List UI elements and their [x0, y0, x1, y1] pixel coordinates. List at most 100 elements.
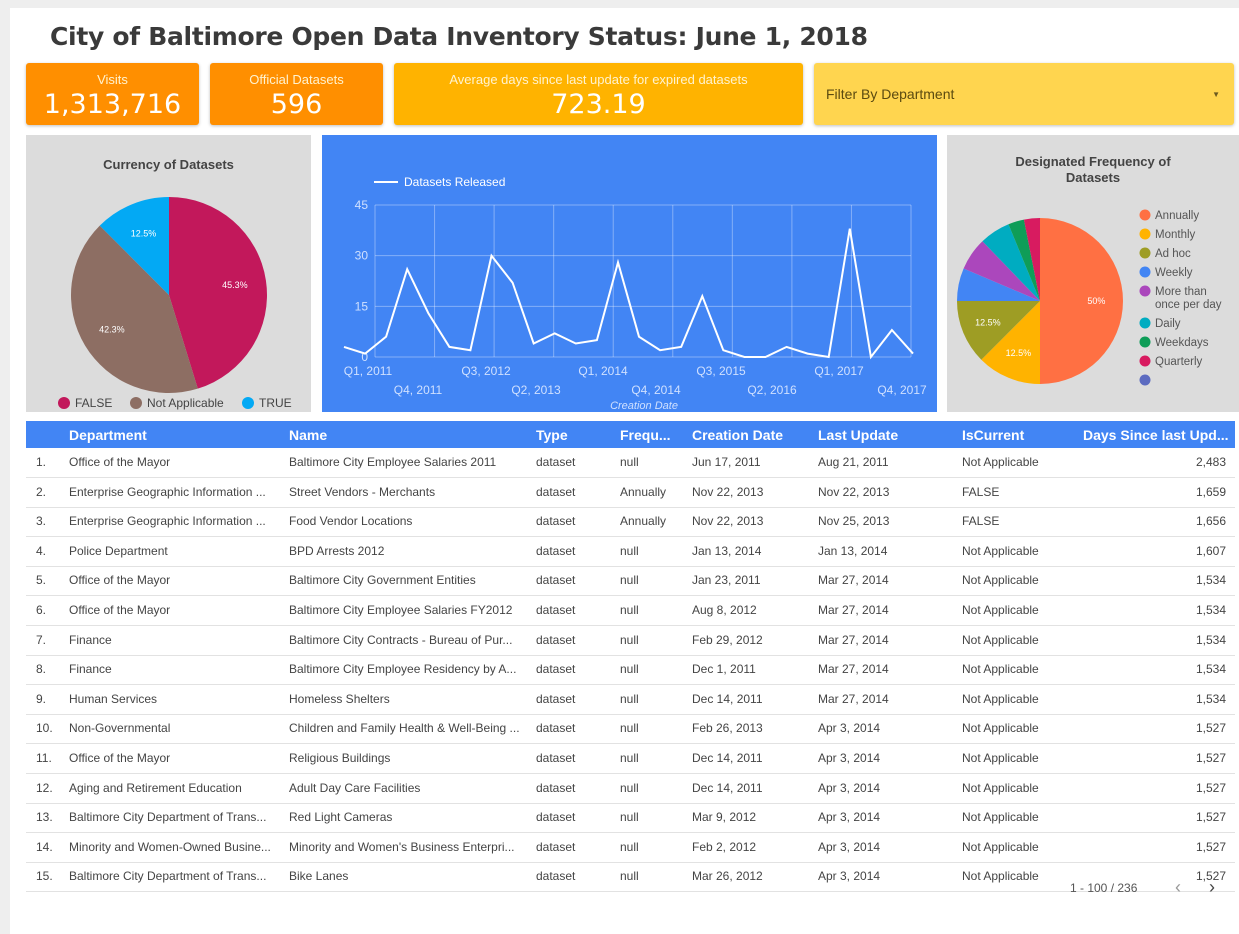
cell-creation-date: Aug 8, 2012: [692, 603, 757, 617]
cell-name: Homeless Shelters: [289, 691, 390, 706]
cell-type: dataset: [536, 573, 576, 588]
row-number: 11.: [36, 751, 52, 765]
legend-marker: [1139, 228, 1151, 240]
cell-iscurrent: Not Applicable: [962, 839, 1039, 854]
cell-creation-date: Jan 13, 2014: [692, 543, 762, 558]
cell-iscurrent: Not Applicable: [962, 662, 1039, 677]
table-row[interactable]: 4. Police Department BPD Arrests 2012 datas…: [26, 537, 1235, 567]
cell-name: Children and Family Health & Well-Being …: [289, 721, 520, 736]
chevron-down-icon: ▼: [1212, 90, 1220, 99]
cell-last-update: Mar 27, 2014: [818, 662, 889, 677]
cell-department: Baltimore City Department of Trans...: [69, 869, 267, 884]
legend-label: Weekly: [1155, 267, 1193, 279]
cell-creation-date: Dec 14, 2011: [692, 751, 763, 765]
cell-days-since-update: 1,534: [1195, 662, 1226, 677]
header-department[interactable]: Department: [69, 427, 269, 443]
cell-type: dataset: [536, 662, 576, 677]
cell-creation-date: Mar 9, 2012: [692, 810, 757, 825]
legend-label: Quarterly: [1155, 356, 1203, 368]
table-row[interactable]: 14. Minority and Women-Owned Busine... Min…: [26, 833, 1235, 863]
datasets-label: Official Datasets: [249, 72, 344, 87]
row-number: 9.: [36, 691, 47, 706]
cell-creation-date: Dec 1, 2011: [692, 662, 756, 677]
cell-days-since-update: 1,534: [1195, 632, 1226, 647]
row-number: 8.: [36, 662, 47, 677]
y-tick-label: 15: [355, 299, 369, 313]
table-row[interactable]: 9. Human Services Homeless Shelters dataset…: [26, 685, 1235, 715]
legend-marker: [130, 397, 142, 409]
row-number: 10.: [36, 721, 53, 736]
x-tick-label: Q2, 2013: [511, 383, 561, 397]
cell-type: dataset: [536, 869, 576, 884]
cell-last-update: Aug 21, 2011: [818, 455, 889, 469]
cell-department: Office of the Mayor: [69, 603, 171, 617]
table-row[interactable]: 15. Baltimore City Department of Trans...…: [26, 862, 1235, 893]
cell-department: Office of the Mayor: [69, 573, 171, 588]
cell-name: Baltimore City Employee Salaries FY2012: [289, 603, 513, 617]
row-number: 2.: [36, 484, 47, 499]
table-row[interactable]: 1. Office of the Mayor Baltimore City Empl…: [26, 448, 1235, 478]
cell-days-since-update: 1,534: [1195, 573, 1226, 588]
cell-department: Minority and Women-Owned Busine...: [69, 839, 271, 854]
table-row[interactable]: 10. Non-Governmental Children and Family H…: [26, 714, 1235, 745]
legend-marker: [1139, 285, 1151, 297]
table-row[interactable]: 2. Enterprise Geographic Information ... S…: [26, 478, 1235, 508]
avg-days-scorecard: Average days since last update for expir…: [394, 63, 803, 125]
table-row[interactable]: 6. Office of the Mayor Baltimore City Empl…: [26, 596, 1235, 626]
cell-iscurrent: Not Applicable: [962, 455, 1039, 469]
cell-department: Finance: [69, 632, 112, 647]
row-number: 12.: [36, 780, 53, 795]
cell-name: Bike Lanes: [289, 869, 349, 884]
cell-type: dataset: [536, 721, 576, 736]
cell-department: Aging and Retirement Education: [69, 780, 242, 795]
cell-name: Baltimore City Government Entities: [289, 573, 476, 588]
legend-marker: [1139, 374, 1151, 386]
x-tick-label: Q2, 2016: [747, 383, 797, 397]
table-row[interactable]: 7. Finance Baltimore City Contracts - Bure…: [26, 626, 1235, 656]
header-frequency[interactable]: Frequ...: [620, 427, 680, 443]
avg-days-value: 723.19: [551, 89, 646, 120]
cell-last-update: Nov 25, 2013: [818, 514, 890, 529]
cell-days-since-update: 1,527: [1195, 721, 1226, 736]
cell-days-since-update: 1,527: [1195, 751, 1226, 765]
table-row[interactable]: 8. Finance Baltimore City Employee Residen…: [26, 655, 1235, 686]
header-type[interactable]: Type: [536, 427, 596, 443]
table-row[interactable]: 13. Baltimore City Department of Trans...…: [26, 803, 1235, 834]
next-page-button[interactable]: ›: [1209, 877, 1215, 898]
table-row[interactable]: 12. Aging and Retirement Education Adult D…: [26, 774, 1235, 804]
cell-frequency: null: [620, 751, 639, 765]
previous-page-button[interactable]: ‹: [1175, 877, 1181, 898]
currency-slice-label: 42.3%: [99, 324, 125, 334]
cell-name: Street Vendors - Merchants: [289, 484, 436, 499]
header-iscurrent[interactable]: IsCurrent: [962, 427, 1072, 443]
header-last-update[interactable]: Last Update: [818, 427, 928, 443]
frequency-slice-annually[interactable]: [1040, 218, 1123, 384]
table-row[interactable]: 11. Office of the Mayor Religious Building…: [26, 744, 1235, 774]
department-filter-dropdown[interactable]: Filter By Department ▼: [814, 63, 1234, 125]
cell-last-update: Apr 3, 2014: [818, 839, 881, 854]
legend-marker: [1139, 355, 1151, 367]
table-header: Department Name Type Frequ... Creation D…: [26, 421, 1235, 448]
legend-marker: [1139, 336, 1151, 348]
table-row[interactable]: 3. Enterprise Geographic Information ... F…: [26, 507, 1235, 538]
currency-slice-label: 12.5%: [131, 228, 157, 238]
datasets-released-series-line[interactable]: [343, 228, 914, 360]
cell-last-update: Mar 27, 2014: [818, 632, 889, 647]
header-creation-date[interactable]: Creation Date: [692, 427, 802, 443]
cell-iscurrent: Not Applicable: [962, 721, 1039, 736]
cell-type: dataset: [536, 632, 576, 647]
y-tick-label: 30: [355, 249, 369, 263]
cell-iscurrent: Not Applicable: [962, 691, 1039, 706]
table-row[interactable]: 5. Office of the Mayor Baltimore City Gove…: [26, 566, 1235, 597]
legend-label: Datasets Released: [404, 175, 505, 189]
header-days-since-update[interactable]: Days Since last Upd...: [1083, 427, 1228, 443]
x-tick-label: Q1, 2014: [578, 364, 628, 378]
visits-value: 1,313,716: [43, 89, 182, 120]
cell-name: Baltimore City Employee Salaries 2011: [289, 455, 497, 469]
cell-days-since-update: 1,534: [1195, 691, 1226, 706]
cell-department: Office of the Mayor: [69, 751, 171, 765]
header-name[interactable]: Name: [289, 427, 519, 443]
cell-creation-date: Nov 22, 2013: [692, 514, 764, 529]
y-tick-label: 45: [355, 198, 369, 212]
cell-frequency: null: [620, 721, 639, 736]
